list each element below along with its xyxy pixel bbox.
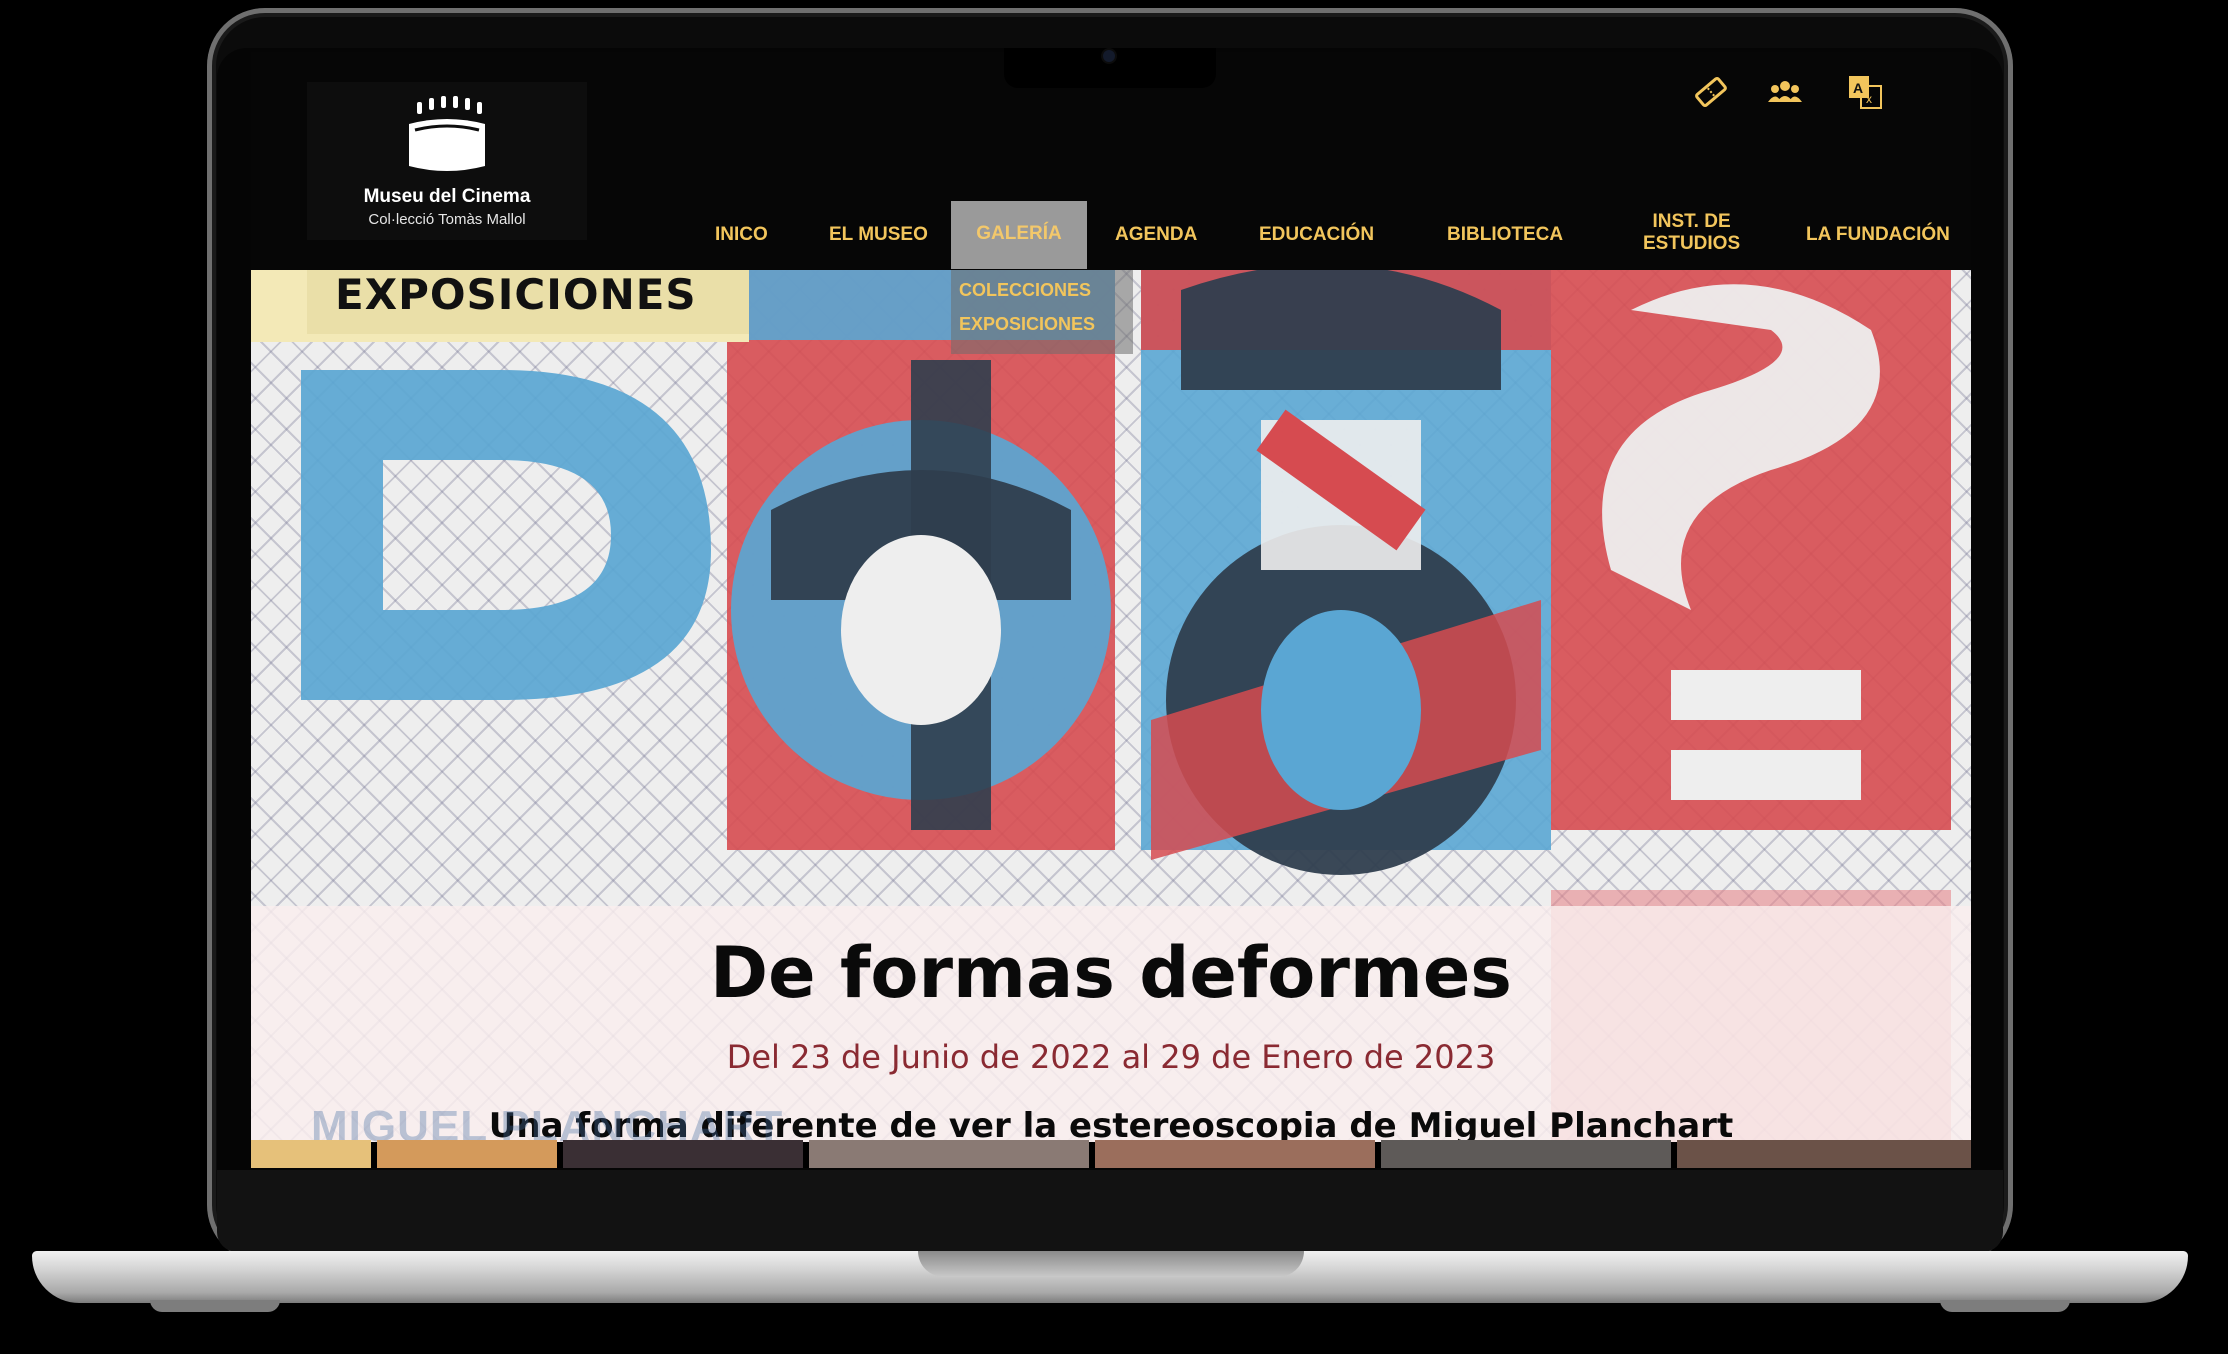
exhibition-info-panel: De formas deformes Del 23 de Junio de 20… [251,906,1971,1142]
thumbnail[interactable] [1677,1140,1971,1168]
laptop-foot-right [1940,1300,2070,1312]
thumbnail[interactable] [251,1140,371,1168]
dropdown-item-colecciones[interactable]: COLECCIONES [959,280,1091,301]
base-opening-notch [918,1251,1304,1277]
laptop-foot-left [150,1300,280,1312]
webcam [1103,50,1115,62]
exhibition-dates: Del 23 de Junio de 2022 al 29 de Enero d… [726,1038,1496,1076]
nav-item-inst-line2: ESTUDIOS [1643,233,1741,254]
dropdown-item-exposiciones[interactable]: EXPOSICIONES [959,314,1095,335]
poster-caption: MIGUEL PLANCHART [311,1102,784,1142]
svg-text:A: A [1853,80,1863,96]
exhibition-title: De formas deformes [710,932,1512,1014]
thumbnail[interactable] [1095,1140,1375,1168]
svg-text:x: x [1866,92,1872,106]
film-reel-logo-icon [409,96,485,171]
nav-item-la-fundacion[interactable]: LA FUNDACIÓN [1806,224,1950,246]
logo-title: Museu del Cinema [363,186,531,207]
nav-item-inst-line1: INST. DE [1652,211,1731,232]
hero-banner: EXPOSICIONES De formas deformes Del 23 d… [251,270,1971,1142]
thumbnail[interactable] [809,1140,1089,1168]
thumbnail[interactable] [377,1140,557,1168]
nav-item-educacion[interactable]: EDUCACIÓN [1259,224,1374,246]
thumbnail-strip [251,1140,1971,1168]
site-logo[interactable]: Museu del Cinema Col·lecció Tomàs Mallol [307,82,587,240]
bezel-bottom [217,1170,2003,1252]
translate-icon[interactable]: A x [1845,72,1885,112]
ticket-icon[interactable] [1691,72,1731,112]
nav-item-biblioteca[interactable]: BIBLIOTECA [1447,224,1563,246]
exposiciones-badge: EXPOSICIONES [251,270,749,342]
exposiciones-badge-label: EXPOSICIONES [335,270,697,319]
nav-item-galeria[interactable]: GALERÍA [951,201,1087,269]
nav-item-el-museo[interactable]: EL MUSEO [829,224,928,246]
galeria-dropdown: COLECCIONES EXPOSICIONES [951,270,1133,354]
nav-item-inst-estudios[interactable]: INST. DE ESTUDIOS [1643,211,1740,255]
thumbnail[interactable] [1381,1140,1671,1168]
browser-screen: Museu del Cinema Col·lecció Tomàs Mallol… [251,52,1971,1168]
group-icon[interactable] [1765,72,1805,112]
thumbnail[interactable] [563,1140,803,1168]
nav-item-agenda[interactable]: AGENDA [1115,224,1197,246]
nav-item-inicio[interactable]: INICO [715,224,768,246]
logo-subtitle: Col·lecció Tomàs Mallol [368,211,526,228]
